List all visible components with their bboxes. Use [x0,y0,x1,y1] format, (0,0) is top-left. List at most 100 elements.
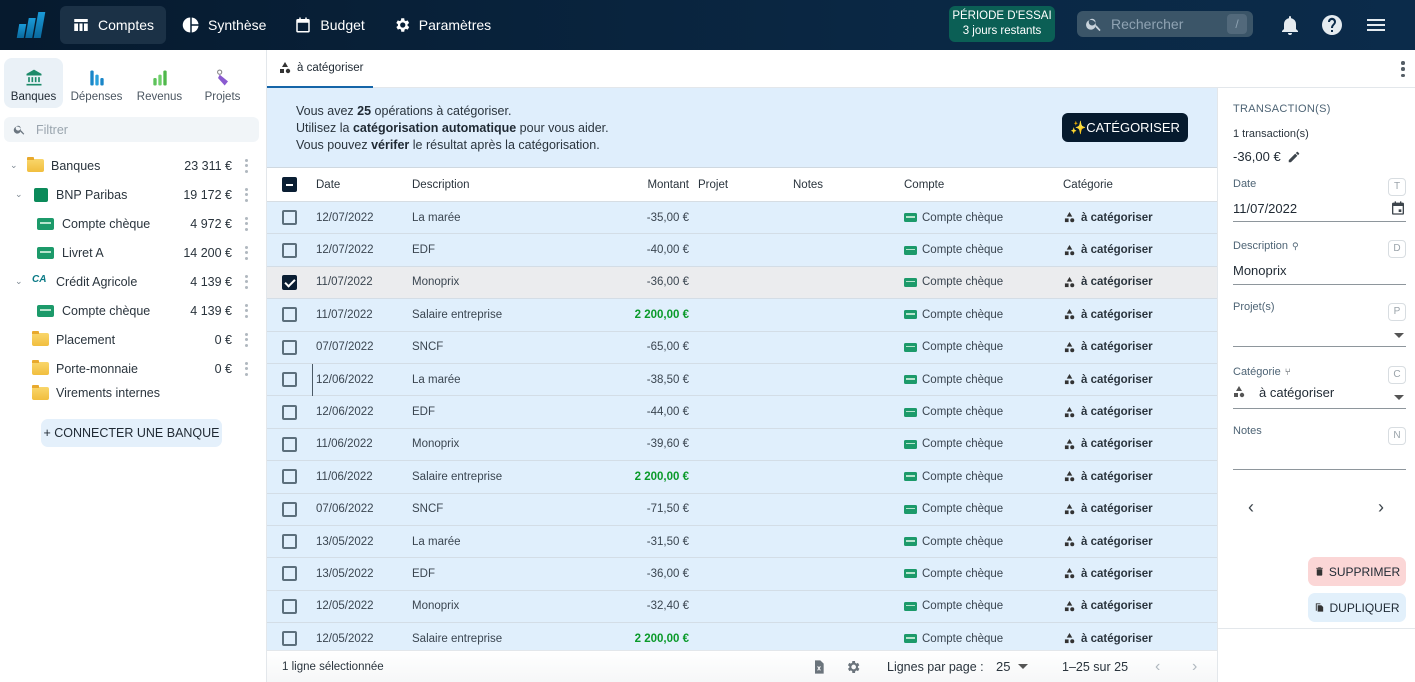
cell-description[interactable]: La marée [412,212,461,224]
cell-category[interactable]: à catégoriser [1064,438,1153,450]
cell-date[interactable]: 12/06/2022 [316,406,374,418]
column-header-date[interactable]: Date [316,179,340,191]
cell-description[interactable]: EDF [412,244,435,256]
column-header-project[interactable]: Projet [698,179,728,191]
date-value[interactable]: 11/07/2022 [1233,198,1406,218]
cell-amount[interactable]: -39,60 € [647,438,689,450]
tree-item-banques[interactable]: ⌄ Banques 23 311 € [0,151,266,180]
cell-amount[interactable]: -36,00 € [647,568,689,580]
pencil-icon[interactable] [1287,150,1301,164]
description-field[interactable]: Description ⚲ D Monoprix [1233,240,1406,285]
cell-account[interactable]: Compte chèque [904,536,1003,548]
cell-amount[interactable]: -65,00 € [647,341,689,353]
cell-description[interactable]: Monoprix [412,438,459,450]
cell-amount[interactable]: -40,00 € [647,244,689,256]
help-button[interactable] [1320,13,1344,37]
cell-date[interactable]: 12/05/2022 [316,600,374,612]
cell-category[interactable]: à catégoriser [1064,374,1153,386]
cell-category[interactable]: à catégoriser [1064,276,1153,288]
more-vert-icon[interactable] [1401,61,1405,77]
chevron-down-icon[interactable]: ⌄ [15,189,25,200]
cell-category[interactable]: à catégoriser [1064,568,1153,580]
delete-button[interactable]: SUPPRIMER [1308,557,1406,586]
tree-item-compte-cheque-bnp[interactable]: Compte chèque 4 972 € [0,209,266,238]
table-row[interactable]: 12/06/2022 EDF -44,00 € Compte chèque à caté… [267,396,1217,429]
split-icon[interactable]: ⑂ [1285,367,1291,378]
cell-category[interactable]: à catégoriser [1064,536,1153,548]
row-checkbox[interactable] [282,598,297,614]
cell-date[interactable]: 11/06/2022 [316,471,373,483]
cell-category[interactable]: à catégoriser [1064,471,1153,483]
search-input[interactable]: Rechercher / [1077,11,1253,37]
cell-account[interactable]: Compte chèque [904,309,1003,321]
cell-account[interactable]: Compte chèque [904,341,1003,353]
tree-item-porte-monnaie[interactable]: Porte-monnaie 0 € [0,354,266,383]
more-vert-icon[interactable] [245,245,249,260]
cell-amount[interactable]: -36,00 € [647,276,689,288]
cell-amount[interactable]: 2 200,00 € [635,633,689,645]
tree-item-compte-cheque-ca[interactable]: Compte chèque 4 139 € [0,296,266,325]
cell-description[interactable]: La marée [412,374,461,386]
cell-description[interactable]: La marée [412,536,461,548]
cell-amount[interactable]: -71,50 € [647,503,689,515]
cell-amount[interactable]: -35,00 € [647,212,689,224]
row-checkbox[interactable] [282,274,297,290]
table-row[interactable]: 12/07/2022 EDF -40,00 € Compte chèque à caté… [267,234,1217,267]
table-row[interactable]: 07/06/2022 SNCF -71,50 € Compte chèque à cat… [267,493,1217,526]
category-value-row[interactable]: à catégoriser [1233,382,1406,402]
tree-item-placement[interactable]: Placement 0 € [0,325,266,354]
projects-value[interactable] [1233,321,1406,341]
cell-amount[interactable]: -38,50 € [647,374,689,386]
sidebar-tab-banques[interactable]: Banques [4,58,63,108]
prev-page-button[interactable]: ‹ [1155,658,1160,676]
more-vert-icon[interactable] [245,216,249,231]
calendar-icon[interactable] [1390,200,1406,216]
cell-date[interactable]: 13/05/2022 [316,568,374,580]
cell-description[interactable]: Monoprix [412,600,459,612]
cell-category[interactable]: à catégoriser [1064,309,1153,321]
cell-description[interactable]: SNCF [412,503,443,515]
cell-account[interactable]: Compte chèque [904,503,1003,515]
cell-description[interactable]: SNCF [412,341,443,353]
row-checkbox[interactable] [282,534,297,550]
table-row[interactable]: 11/06/2022 Salaire entreprise 2 200,00 € Co… [267,461,1217,494]
cell-account[interactable]: Compte chèque [904,244,1003,256]
next-transaction-button[interactable]: › [1378,497,1384,518]
cell-description[interactable]: Salaire entreprise [412,471,502,483]
next-page-button[interactable]: › [1192,658,1197,676]
cell-account[interactable]: Compte chèque [904,374,1003,386]
cell-account[interactable]: Compte chèque [904,600,1003,612]
row-checkbox[interactable] [282,404,297,420]
cell-account[interactable]: Compte chèque [904,406,1003,418]
row-checkbox[interactable] [282,501,297,517]
menu-button[interactable] [1364,13,1388,37]
table-row[interactable]: 11/06/2022 Monoprix -39,60 € Compte chèque à… [267,428,1217,462]
cell-date[interactable]: 07/07/2022 [316,341,374,353]
cell-amount[interactable]: 2 200,00 € [635,309,689,321]
more-vert-icon[interactable] [245,361,249,376]
nav-synthese[interactable]: Synthèse [170,6,278,44]
description-value[interactable]: Monoprix [1233,260,1406,280]
connect-bank-button[interactable]: + CONNECTER UNE BANQUE [41,419,222,447]
more-vert-icon[interactable] [245,187,249,202]
cell-date[interactable]: 11/06/2022 [316,438,373,450]
column-header-description[interactable]: Description [412,179,470,191]
row-checkbox[interactable] [282,436,297,452]
cell-date[interactable]: 11/07/2022 [316,276,373,288]
sidebar-tab-depenses[interactable]: Dépenses [67,58,126,108]
cell-date[interactable]: 12/06/2022 [316,374,374,386]
row-checkbox[interactable] [282,631,297,647]
row-checkbox[interactable] [282,242,297,258]
filter-input[interactable]: Filtrer [4,117,259,142]
projects-field[interactable]: Projet(s) P [1233,301,1406,347]
cell-description[interactable]: Salaire entreprise [412,309,502,321]
notes-field[interactable]: Notes N [1233,425,1406,470]
cell-account[interactable]: Compte chèque [904,633,1003,645]
more-vert-icon[interactable] [245,274,249,289]
table-row[interactable]: 13/05/2022 EDF -36,00 € Compte chèque à caté… [267,558,1217,591]
sidebar-tab-revenus[interactable]: Revenus [130,58,189,108]
table-row[interactable]: 13/05/2022 La marée -31,50 € Compte chèque à… [267,525,1217,559]
table-row[interactable]: 12/07/2022 La marée -35,00 € Compte chèque à… [267,202,1217,235]
category-field[interactable]: Catégorie ⑂ C à catégoriser [1233,366,1406,409]
caret-down-icon[interactable] [1394,395,1404,400]
